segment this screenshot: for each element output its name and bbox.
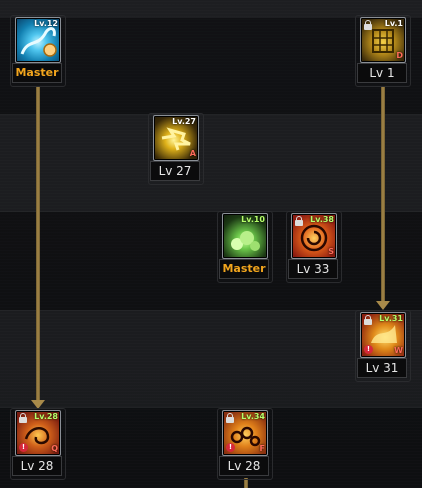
lock-icon — [364, 315, 372, 325]
lock-icon — [226, 413, 234, 423]
skill-tree-panel: Lv.12 Master Lv.1 D Lv 1 Lv.27 A Lv 27 L… — [0, 0, 422, 488]
row-band — [0, 212, 422, 310]
skill-slot[interactable]: ! Lv.34 F Lv 28 — [217, 408, 273, 480]
warning-icon: ! — [226, 443, 235, 452]
skill-slot[interactable]: ! Lv.28 Q Lv 28 — [10, 408, 66, 480]
skill-slot[interactable]: Lv.10 Master — [217, 211, 273, 283]
skill-grade-tag: A — [189, 149, 196, 158]
lock-icon — [19, 413, 27, 423]
skill-grade-tag: D — [396, 51, 403, 60]
skill-level-tag: Lv.38 — [310, 215, 334, 224]
skill-grade-tag: S — [328, 247, 334, 256]
fire-spiral-skill-icon: Lv.38 S — [291, 213, 337, 259]
skill-slot[interactable]: ! Lv.31 W Lv 31 — [355, 310, 411, 382]
skill-level-label: Lv 1 — [357, 63, 407, 83]
skill-slot[interactable]: Lv.27 A Lv 27 — [148, 113, 204, 185]
water-skill-icon: Lv.12 — [15, 17, 61, 63]
warning-icon: ! — [19, 443, 28, 452]
skill-level-tag: Lv.28 — [34, 412, 58, 421]
prerequisite-arrow-head — [376, 301, 390, 310]
skill-grade-tag: Q — [51, 444, 58, 453]
skill-grade-tag: F — [259, 444, 265, 453]
warning-icon: ! — [364, 345, 373, 354]
skill-level-tag: Lv.1 — [384, 19, 403, 28]
prerequisite-arrow-line — [36, 86, 40, 401]
chain-skill-icon: ! Lv.34 F — [222, 410, 268, 456]
row-band — [0, 115, 422, 211]
lock-icon — [295, 216, 303, 226]
lock-icon — [364, 20, 372, 30]
skill-level-tag: Lv.27 — [172, 117, 196, 126]
rune-skill-icon: Lv.1 D — [360, 17, 406, 63]
skill-level-label: Lv 28 — [12, 456, 62, 476]
skill-level-tag: Lv.10 — [241, 215, 265, 224]
skill-slot[interactable]: Lv.38 S Lv 33 — [286, 211, 342, 283]
skill-level-tag: Lv.31 — [379, 314, 403, 323]
skill-level-label: Master — [12, 63, 62, 83]
skill-grade-tag: W — [394, 346, 403, 355]
lightning-skill-icon: Lv.27 A — [153, 115, 199, 161]
whip-skill-icon: ! Lv.28 Q — [15, 410, 61, 456]
skill-level-label: Lv 31 — [357, 358, 407, 378]
skill-level-tag: Lv.12 — [34, 19, 58, 28]
prerequisite-arrow-line — [381, 86, 385, 302]
skill-level-label: Lv 33 — [288, 259, 338, 279]
skill-level-label: Lv 28 — [219, 456, 269, 476]
poison-skill-icon: Lv.10 — [222, 213, 268, 259]
skill-slot[interactable]: Lv.12 Master — [10, 15, 66, 87]
skill-level-label: Master — [219, 259, 269, 279]
skill-slot[interactable]: Lv.1 D Lv 1 — [355, 15, 411, 87]
skill-level-tag: Lv.34 — [241, 412, 265, 421]
flame-skill-icon: ! Lv.31 W — [360, 312, 406, 358]
skill-level-label: Lv 27 — [150, 161, 200, 181]
